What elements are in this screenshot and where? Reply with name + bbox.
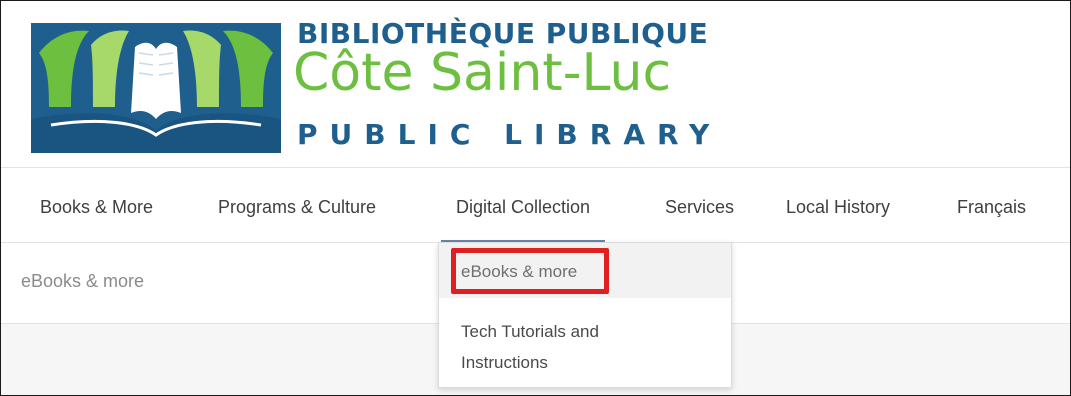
nav-item-digital-collection[interactable]: Digital Collection bbox=[441, 168, 606, 242]
library-logo[interactable]: BIBLIOTHÈQUE PUBLIQUE Côte Saint-Luc PUB… bbox=[31, 15, 731, 160]
dropdown-item-tech-tutorials[interactable]: Tech Tutorials and Instructions bbox=[439, 313, 731, 379]
logo-title-name: Côte Saint-Luc bbox=[293, 43, 672, 103]
main-navigation: Books & More Programs & Culture Digital … bbox=[1, 168, 1070, 243]
library-logo-icon bbox=[31, 23, 281, 153]
logo-title-english: PUBLIC LIBRARY bbox=[297, 118, 722, 151]
site-header: BIBLIOTHÈQUE PUBLIQUE Côte Saint-Luc PUB… bbox=[1, 1, 1070, 168]
nav-item-local-history[interactable]: Local History bbox=[786, 168, 890, 242]
digital-collection-dropdown: eBooks & more Tech Tutorials and Instruc… bbox=[438, 242, 732, 388]
page-breadcrumb: eBooks & more bbox=[21, 271, 145, 291]
nav-item-francais[interactable]: Français bbox=[957, 168, 1026, 242]
nav-item-books-and-more[interactable]: Books & More bbox=[40, 168, 153, 242]
dropdown-item-label: eBooks & more bbox=[461, 262, 578, 281]
dropdown-item-label: Tech Tutorials and Instructions bbox=[461, 322, 599, 372]
nav-item-programs-and-culture[interactable]: Programs & Culture bbox=[218, 168, 376, 242]
nav-item-services[interactable]: Services bbox=[665, 168, 734, 242]
dropdown-item-ebooks-and-more[interactable]: eBooks & more bbox=[439, 243, 731, 298]
browser-viewport: BIBLIOTHÈQUE PUBLIQUE Côte Saint-Luc PUB… bbox=[0, 0, 1071, 396]
